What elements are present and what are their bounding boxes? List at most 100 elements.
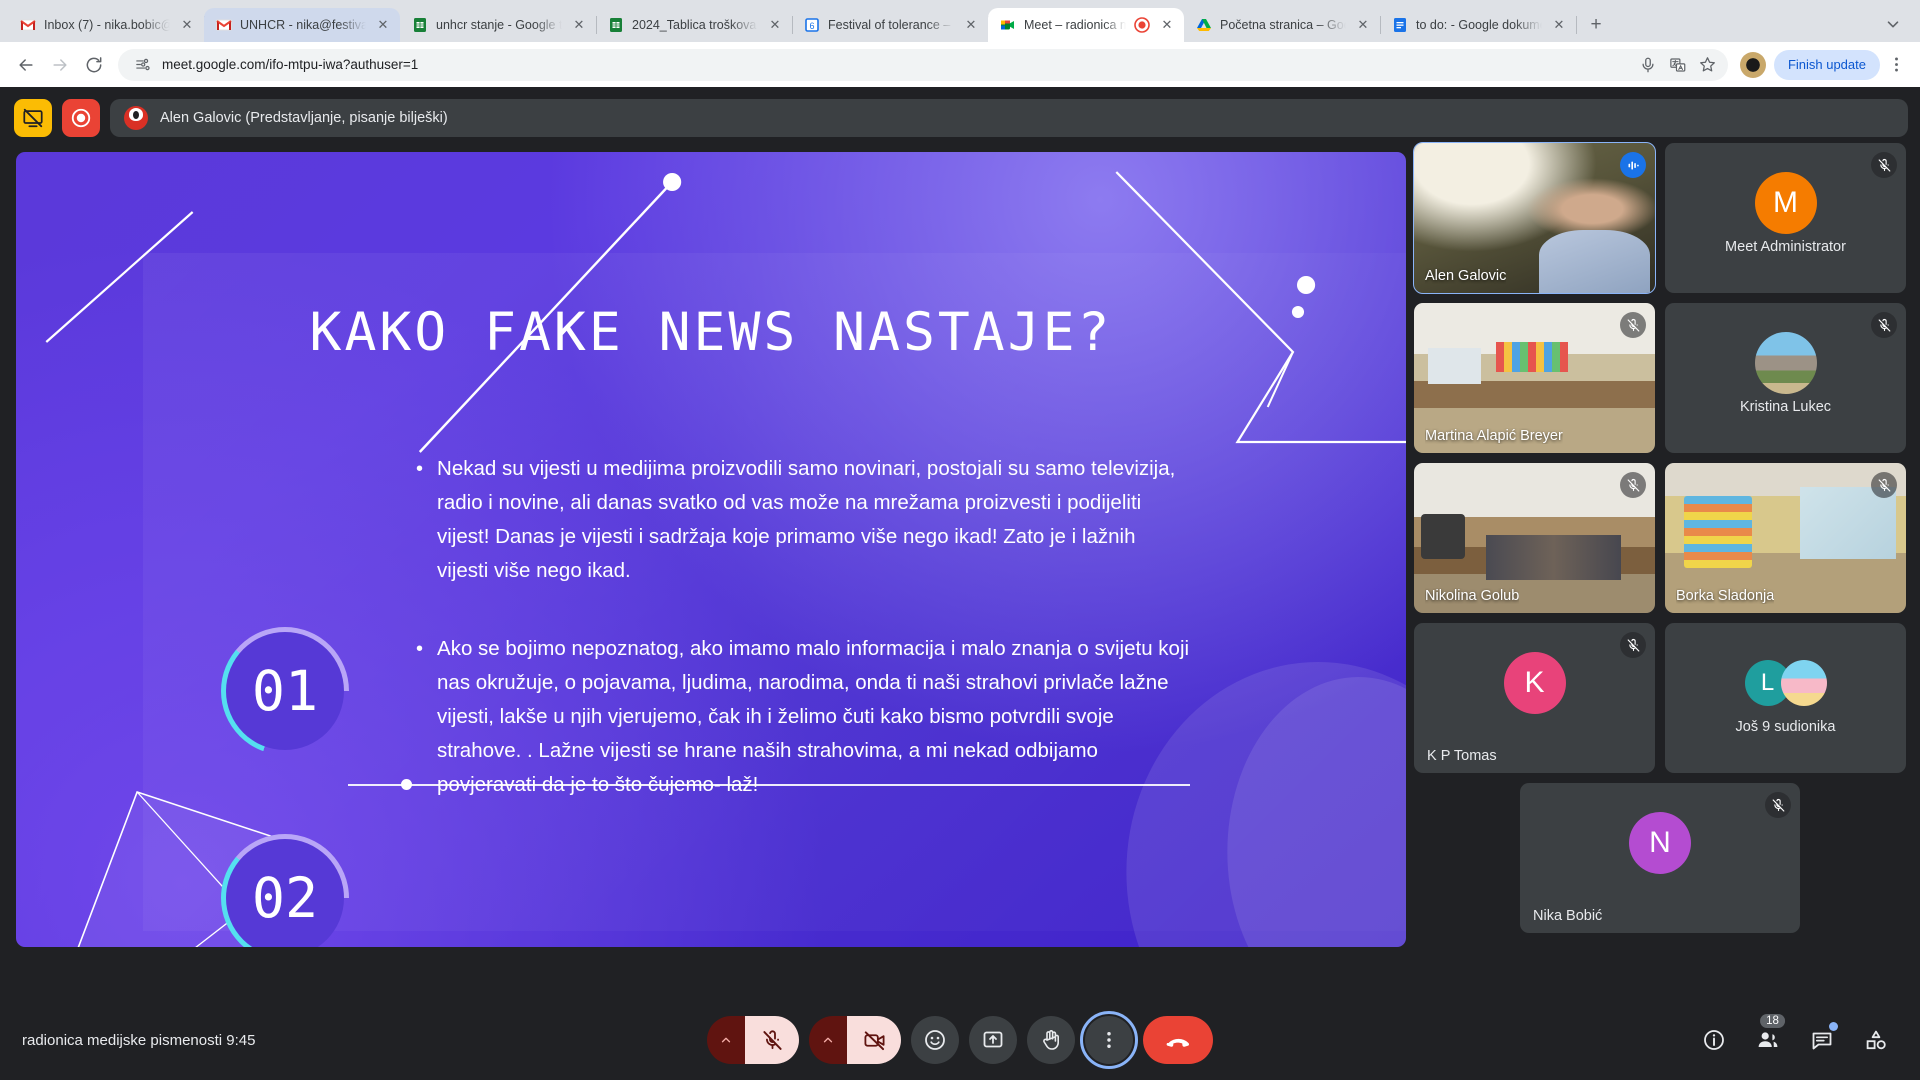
leave-call-button[interactable] (1143, 1016, 1213, 1064)
participant-name: Nikolina Golub (1425, 588, 1519, 604)
browser-tab[interactable]: to do: - Google dokument ✕ (1380, 8, 1576, 42)
people-button[interactable]: 18 (1746, 1018, 1790, 1062)
tab-title: to do: - Google dokument (1416, 18, 1542, 32)
meet-top-bar: Alen Galovic (Predstavljanje, pisanje bi… (0, 87, 1920, 143)
star-icon[interactable] (1698, 55, 1718, 75)
group-avatars: L (1745, 660, 1827, 706)
slide-divider-node (401, 779, 412, 790)
chevron-up-icon[interactable] (707, 1016, 745, 1064)
participant-name: K P Tomas (1427, 748, 1655, 764)
participant-name: Meet Administrator (1665, 239, 1906, 255)
shared-slide: KAKO FAKE NEWS NASTAJE? 01 02 • Nekad su… (16, 152, 1406, 947)
tab-close-icon[interactable]: ✕ (766, 16, 784, 34)
participant-tile-alen-galovic[interactable]: Alen Galovic (1414, 143, 1655, 293)
tab-title: UNHCR - nika@festivaloft (240, 18, 366, 32)
tab-title: 2024_Tablica troškova 18 (632, 18, 758, 32)
browser-tab[interactable]: 2024_Tablica troškova 18 ✕ (596, 8, 792, 42)
browser-tab[interactable]: Početna stranica – Google ✕ (1184, 8, 1380, 42)
microphone-icon[interactable] (1638, 55, 1658, 75)
tab-close-icon[interactable]: ✕ (570, 16, 588, 34)
presentation-stage[interactable]: KAKO FAKE NEWS NASTAJE? 01 02 • Nekad su… (0, 143, 1406, 1000)
google-meet-app: Alen Galovic (Predstavljanje, pisanje bi… (0, 87, 1920, 1080)
browser-tab[interactable]: unhcr stanje - Google tab ✕ (400, 8, 596, 42)
presenter-label: Alen Galovic (Predstavljanje, pisanje bi… (160, 110, 448, 126)
browser-toolbar: meet.google.com/ifo-mtpu-iwa?authuser=1 … (0, 42, 1920, 87)
browser-tab[interactable]: 6 Festival of tolerance – kal ✕ (792, 8, 988, 42)
tab-close-icon[interactable]: ✕ (1158, 16, 1176, 34)
drive-icon (1196, 17, 1212, 33)
chevron-up-icon[interactable] (809, 1016, 847, 1064)
reload-icon[interactable] (78, 49, 110, 81)
meeting-details-button[interactable] (1692, 1018, 1736, 1062)
participant-tile-nikolina-golub[interactable]: Nikolina Golub (1414, 463, 1655, 613)
arrow-left-icon[interactable] (10, 49, 42, 81)
sheets-icon (412, 17, 428, 33)
tab-close-icon[interactable]: ✕ (1550, 16, 1568, 34)
participant-row: Martina Alapić Breyer Kristina Lukec (1414, 303, 1906, 453)
finish-update-button[interactable]: Finish update (1774, 50, 1880, 80)
arrow-right-icon[interactable] (44, 49, 76, 81)
browser-tab[interactable]: Inbox (7) - nika.bobic@gm ✕ (8, 8, 204, 42)
participant-tile-more-participants[interactable]: L Još 9 sudionika (1665, 623, 1906, 773)
browser-tab-active-meet[interactable]: Meet – radionica medi ✕ (988, 8, 1184, 42)
page-settings-icon[interactable] (132, 55, 152, 75)
camera-off-icon[interactable] (847, 1016, 901, 1064)
translate-icon[interactable] (1668, 55, 1688, 75)
present-screen-icon[interactable] (969, 1016, 1017, 1064)
docs-icon (1392, 17, 1408, 33)
profile-avatar[interactable] (1740, 52, 1766, 78)
participant-tile-nika-bobic[interactable]: N Nika Bobić (1520, 783, 1800, 933)
new-tab-button[interactable]: + (1582, 11, 1610, 39)
mic-off-icon (1871, 152, 1897, 178)
tab-close-icon[interactable]: ✕ (962, 16, 980, 34)
camera-split-button[interactable] (809, 1016, 901, 1064)
meet-controls (707, 1016, 1213, 1064)
more-options-button[interactable] (1085, 1016, 1133, 1064)
address-bar[interactable]: meet.google.com/ifo-mtpu-iwa?authuser=1 (118, 49, 1728, 81)
avatar: M (1755, 172, 1817, 234)
stop-presenting-icon[interactable] (14, 99, 52, 137)
recording-icon[interactable] (62, 99, 100, 137)
emoji-button[interactable] (911, 1016, 959, 1064)
tab-title: Inbox (7) - nika.bobic@gm (44, 18, 170, 32)
slide-number-badge: 01 (221, 627, 349, 755)
mic-split-button[interactable] (707, 1016, 799, 1064)
tab-separator (1576, 16, 1577, 34)
participant-tile-k-p-tomas[interactable]: K K P Tomas (1414, 623, 1655, 773)
meeting-title-and-time: radionica medijske pismenosti 9:45 (22, 1032, 255, 1049)
participant-row: Nikolina Golub Borka Sladonja (1414, 463, 1906, 613)
tab-title: Početna stranica – Google (1220, 18, 1346, 32)
participant-tile-meet-administrator[interactable]: M Meet Administrator (1665, 143, 1906, 293)
tab-close-icon[interactable]: ✕ (178, 16, 196, 34)
mic-off-icon[interactable] (745, 1016, 799, 1064)
raised-hand-icon[interactable] (1027, 1016, 1075, 1064)
activities-button[interactable] (1854, 1018, 1898, 1062)
three-dots-vertical-icon[interactable] (1882, 51, 1910, 79)
slide-title: KAKO FAKE NEWS NASTAJE? (16, 302, 1406, 363)
tab-close-icon[interactable]: ✕ (1354, 16, 1372, 34)
tab-strip: Inbox (7) - nika.bobic@gm ✕ UNHCR - nika… (0, 0, 1920, 42)
avatar: N (1629, 812, 1691, 874)
gmail-icon (216, 17, 232, 33)
mic-off-icon (1620, 472, 1646, 498)
participant-name: Alen Galovic (1425, 268, 1506, 284)
chat-button[interactable] (1800, 1018, 1844, 1062)
participant-tile-kristina-lukec[interactable]: Kristina Lukec (1665, 303, 1906, 453)
participant-tile-martina-alapic-breyer[interactable]: Martina Alapić Breyer (1414, 303, 1655, 453)
participant-tile-borka-sladonja[interactable]: Borka Sladonja (1665, 463, 1906, 613)
tab-close-icon[interactable]: ✕ (374, 16, 392, 34)
mic-off-icon (1620, 632, 1646, 658)
participant-count-badge: 18 (1760, 1014, 1785, 1028)
tab-title: Meet – radionica medi (1024, 18, 1126, 32)
slide-bullet-text: Ako se bojimo nepoznatog, ako imamo malo… (437, 632, 1191, 802)
chrome-browser-window: Inbox (7) - nika.bobic@gm ✕ UNHCR - nika… (0, 0, 1920, 1080)
browser-tab[interactable]: UNHCR - nika@festivaloft ✕ (204, 8, 400, 42)
avatar (124, 106, 148, 130)
presenter-status-chip[interactable]: Alen Galovic (Predstavljanje, pisanje bi… (110, 99, 1908, 137)
tab-title: unhcr stanje - Google tab (436, 18, 562, 32)
participant-name: Kristina Lukec (1665, 399, 1906, 415)
meet-icon (1000, 17, 1016, 33)
chat-unread-dot (1829, 1022, 1838, 1031)
participant-row: N Nika Bobić (1414, 783, 1906, 933)
chevron-down-icon[interactable] (1878, 9, 1908, 39)
